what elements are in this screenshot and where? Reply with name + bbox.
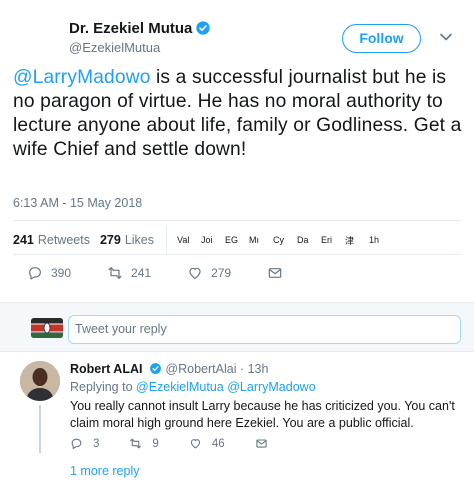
retweet-action-count: 241 xyxy=(131,266,152,280)
reply-time[interactable]: · 13h xyxy=(240,362,269,376)
retweet-count: 241 xyxy=(13,233,34,247)
retweets-stat[interactable]: 241 Retweets xyxy=(13,233,90,247)
reply-like-button[interactable]: 46 xyxy=(189,437,225,450)
tweet-stats: 241 Retweets 279 Likes Val Joi EG Mı Cy Da… xyxy=(13,225,393,255)
thread-connector xyxy=(39,405,41,453)
reply-actions: 3 9 46 xyxy=(70,437,308,450)
reply-reply-button[interactable]: 3 xyxy=(70,437,99,450)
heart-icon xyxy=(190,439,200,449)
tweet-timestamp[interactable]: 6:13 AM - 15 May 2018 xyxy=(13,196,142,210)
liker-avatar[interactable]: Mı xyxy=(249,235,262,245)
divider xyxy=(13,220,461,221)
reply-header: Robert ALAI @RobertAlai · 13h xyxy=(70,362,268,376)
replying-to-label: Replying to xyxy=(70,380,133,394)
reply-avatar-image xyxy=(20,361,60,401)
heart-icon xyxy=(189,267,201,279)
like-count: 279 xyxy=(99,233,121,247)
liker-avatar[interactable]: 1h xyxy=(369,235,382,245)
like-action-count: 279 xyxy=(211,266,232,280)
liker-avatar[interactable]: EG xyxy=(225,235,238,245)
reply-author-name[interactable]: Robert ALAI xyxy=(70,362,142,376)
follow-button[interactable]: Follow xyxy=(342,24,421,53)
reply-author-avatar[interactable] xyxy=(20,361,60,401)
divider xyxy=(13,254,461,255)
stats-separator xyxy=(166,225,168,255)
verified-badge-icon xyxy=(150,363,161,374)
mention-link[interactable]: @LarryMadowo xyxy=(13,67,151,88)
direct-message-button[interactable] xyxy=(267,265,291,281)
likes-stat[interactable]: 279 Likes xyxy=(100,233,154,247)
flag-image xyxy=(31,318,63,338)
like-button[interactable]: 279 xyxy=(187,265,231,281)
reply-button[interactable]: 390 xyxy=(27,265,71,281)
envelope-icon xyxy=(268,268,282,278)
liker-avatar[interactable]: Val xyxy=(177,235,190,245)
reply-body: You really cannot insult Larry because h… xyxy=(70,399,455,430)
reply-retweet-button[interactable]: 9 xyxy=(129,437,159,450)
liker-avatar[interactable]: Da xyxy=(297,235,310,245)
verified-badge-icon xyxy=(196,21,211,35)
reply-author-handle[interactable]: @RobertAlai xyxy=(165,362,236,376)
liker-avatar[interactable]: Cy xyxy=(273,235,286,245)
retweet-icon xyxy=(130,438,142,449)
liker-avatar[interactable]: Eri xyxy=(321,235,334,245)
retweet-button[interactable]: 241 xyxy=(107,265,151,281)
tweet-actions: 390 241 279 xyxy=(27,263,327,283)
author-name[interactable]: Dr. Ezekiel Mutua xyxy=(69,20,211,37)
reply-icon xyxy=(71,438,82,449)
reply-icon xyxy=(29,267,41,280)
current-user-avatar[interactable] xyxy=(31,318,63,338)
chevron-down-icon[interactable] xyxy=(439,30,453,44)
reply-like-count: 46 xyxy=(211,437,225,450)
author-avatar[interactable] xyxy=(13,12,59,58)
retweet-label: Retweets xyxy=(37,233,90,247)
envelope-icon xyxy=(255,439,267,448)
retweet-icon xyxy=(108,267,122,279)
author-handle[interactable]: @EzekielMutua xyxy=(69,40,160,55)
tweet-header: Dr. Ezekiel Mutua @EzekielMutua Follow xyxy=(0,0,474,60)
reply-retweet-count: 9 xyxy=(152,437,159,450)
reply-reply-count: 3 xyxy=(93,437,100,450)
replying-to-mentions[interactable]: @EzekielMutua @LarryMadowo xyxy=(136,380,316,394)
liker-avatar[interactable]: Joi xyxy=(201,235,214,245)
reply-count: 390 xyxy=(51,266,72,280)
like-label: Likes xyxy=(124,233,155,247)
replying-to: Replying to @EzekielMutua @LarryMadowo xyxy=(70,380,316,394)
reply-composer: Tweet your reply xyxy=(0,302,474,352)
tweet-text: @LarryMadowo is a successful journalist … xyxy=(13,66,465,162)
reply-input[interactable]: Tweet your reply xyxy=(68,315,461,344)
more-replies-link[interactable]: 1 more reply xyxy=(70,464,139,478)
liker-avatar[interactable]: 津 xyxy=(345,234,358,247)
reply-dm-button[interactable] xyxy=(255,437,278,450)
author-name-text[interactable]: Dr. Ezekiel Mutua xyxy=(69,20,192,37)
likers-avatars: Val Joi EG Mı Cy Da Eri 津 1h xyxy=(177,234,393,247)
